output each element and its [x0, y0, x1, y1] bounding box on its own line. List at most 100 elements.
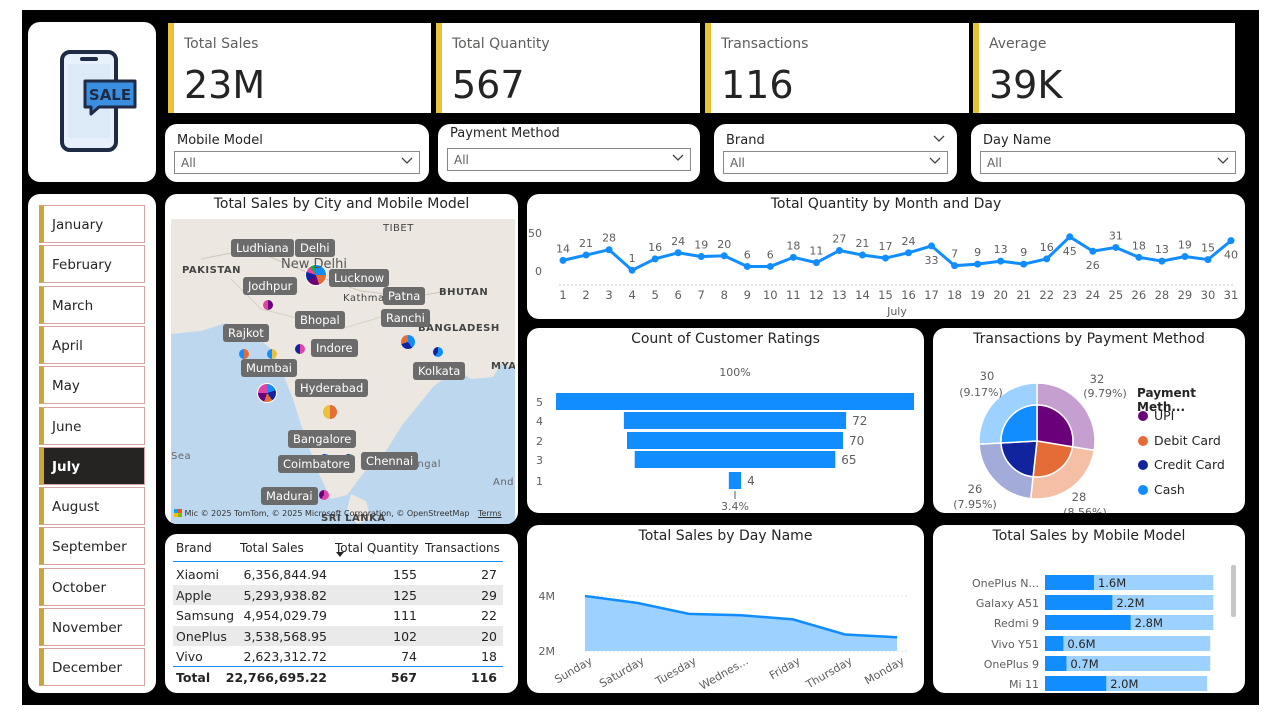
bar[interactable]: [1045, 676, 1107, 691]
legend-item-upi[interactable]: UPI: [1138, 408, 1174, 423]
terms-link[interactable]: Terms: [478, 509, 502, 518]
data-point[interactable]: [974, 260, 982, 268]
data-point[interactable]: [582, 251, 590, 259]
data-point[interactable]: [1204, 256, 1212, 264]
table-row[interactable]: Xiaomi 6,356,844.94 155 27: [173, 564, 503, 585]
data-point[interactable]: [1043, 255, 1051, 263]
data-point[interactable]: [858, 251, 866, 259]
slicer-day-name[interactable]: Day Name All: [971, 124, 1245, 182]
data-label: 13: [1155, 243, 1169, 256]
data-point[interactable]: [1066, 233, 1074, 241]
funnel-bar[interactable]: [626, 432, 844, 449]
data-point[interactable]: [605, 246, 613, 254]
mobile-model-dropdown[interactable]: All: [174, 151, 420, 174]
sales-pie-marker[interactable]: [323, 405, 337, 419]
data-point[interactable]: [1112, 243, 1120, 251]
month-item-october[interactable]: October: [39, 567, 145, 606]
sales-pie-marker[interactable]: [263, 300, 273, 310]
kpi-label: Total Sales: [184, 36, 259, 52]
day-name-dropdown[interactable]: All: [980, 151, 1236, 174]
slicer-brand[interactable]: Brand All: [714, 124, 957, 182]
slicer-mobile-model[interactable]: Mobile Model All: [165, 124, 429, 182]
data-point[interactable]: [835, 246, 843, 254]
month-item-february[interactable]: February: [39, 245, 145, 284]
funnel-bar[interactable]: [623, 412, 847, 429]
kpi-label: Total Quantity: [452, 36, 550, 52]
sales-pie-marker[interactable]: [257, 383, 277, 403]
x-tick-label: 28: [1155, 288, 1170, 302]
funnel-bar[interactable]: [728, 472, 742, 489]
sales-pie-marker[interactable]: [239, 349, 249, 359]
data-point[interactable]: [720, 252, 728, 260]
bar[interactable]: [1045, 656, 1067, 671]
funnel-bar[interactable]: [634, 451, 836, 468]
month-item-january[interactable]: January: [39, 205, 145, 243]
month-item-april[interactable]: April: [39, 325, 145, 364]
data-point[interactable]: [766, 262, 774, 270]
data-label: 28: [602, 232, 616, 245]
data-point[interactable]: [881, 254, 889, 262]
city-map[interactable]: TIBET PAKISTAN BHUTAN BANGLADESH MYA SRI…: [171, 219, 515, 524]
sales-pie-marker[interactable]: [401, 335, 415, 349]
data-point[interactable]: [697, 253, 705, 261]
slicer-payment-method[interactable]: Payment Method All: [438, 124, 700, 182]
table-row[interactable]: Samsung 4,954,029.79 111 22: [173, 605, 503, 626]
data-point[interactable]: [1227, 237, 1235, 245]
column-header[interactable]: Transactions: [425, 541, 500, 555]
column-header[interactable]: Brand: [176, 541, 212, 555]
data-point[interactable]: [905, 249, 913, 257]
month-item-july[interactable]: July: [39, 446, 145, 485]
data-point[interactable]: [928, 242, 936, 250]
table-row[interactable]: OnePlus 3,538,568.95 102 20: [173, 625, 503, 647]
chevron-down-icon[interactable]: [933, 132, 945, 144]
bar[interactable]: [1045, 575, 1094, 590]
x-tick-label: Tuesday: [652, 654, 699, 688]
data-point[interactable]: [951, 262, 959, 270]
data-point[interactable]: [559, 256, 567, 264]
funnel-bar[interactable]: [556, 393, 914, 410]
data-point[interactable]: [789, 253, 797, 261]
area-fill[interactable]: [585, 596, 897, 651]
bar[interactable]: [1045, 595, 1113, 610]
data-point[interactable]: [628, 266, 636, 274]
chevron-down-icon: [1217, 157, 1229, 164]
y-tick-label: 2M: [539, 645, 556, 658]
legend-item-debit-card[interactable]: Debit Card: [1138, 433, 1221, 448]
sales-pie-marker[interactable]: [295, 344, 305, 354]
column-header[interactable]: Total Sales: [240, 541, 304, 555]
legend-item-credit-card[interactable]: Credit Card: [1138, 457, 1225, 472]
sales-pie-marker[interactable]: [319, 490, 329, 500]
legend-item-cash[interactable]: Cash: [1138, 482, 1185, 497]
data-point[interactable]: [812, 259, 820, 267]
bar[interactable]: [1045, 615, 1131, 630]
data-point[interactable]: [997, 257, 1005, 265]
month-item-november[interactable]: November: [39, 608, 145, 646]
logo-card: SALE: [28, 22, 156, 182]
month-item-september[interactable]: September: [39, 527, 145, 566]
month-item-june[interactable]: June: [39, 406, 145, 445]
month-item-may[interactable]: May: [39, 366, 145, 405]
table-row[interactable]: Vivo 2,623,312.72 74 18: [173, 646, 503, 667]
sales-pie-marker[interactable]: [267, 349, 277, 359]
data-point[interactable]: [651, 255, 659, 263]
month-item-august[interactable]: August: [39, 487, 145, 526]
data-point[interactable]: [1020, 260, 1028, 268]
month-item-december[interactable]: December: [39, 648, 145, 687]
column-header[interactable]: Total Quantity: [335, 541, 419, 555]
scrollbar-thumb[interactable]: [1231, 565, 1236, 617]
sales-pie-marker[interactable]: [433, 347, 443, 357]
data-point[interactable]: [1089, 247, 1097, 255]
data-point[interactable]: [743, 262, 751, 270]
table-row[interactable]: Apple 5,293,938.82 125 29: [173, 584, 503, 606]
data-label: 9: [1020, 246, 1027, 259]
month-item-march[interactable]: March: [39, 285, 145, 324]
data-point[interactable]: [1158, 257, 1166, 265]
brand-dropdown[interactable]: All: [723, 151, 948, 174]
data-point[interactable]: [674, 249, 682, 257]
payment-method-dropdown[interactable]: All: [447, 148, 691, 171]
data-point[interactable]: [1181, 253, 1189, 261]
data-point[interactable]: [1135, 253, 1143, 261]
bar[interactable]: [1045, 636, 1064, 651]
table-cell: 22: [481, 608, 497, 623]
payment-donut-chart: 32(9.79%) 28 (8.56%) 26 (7.95%) 30 (9.17%): [953, 369, 1127, 513]
